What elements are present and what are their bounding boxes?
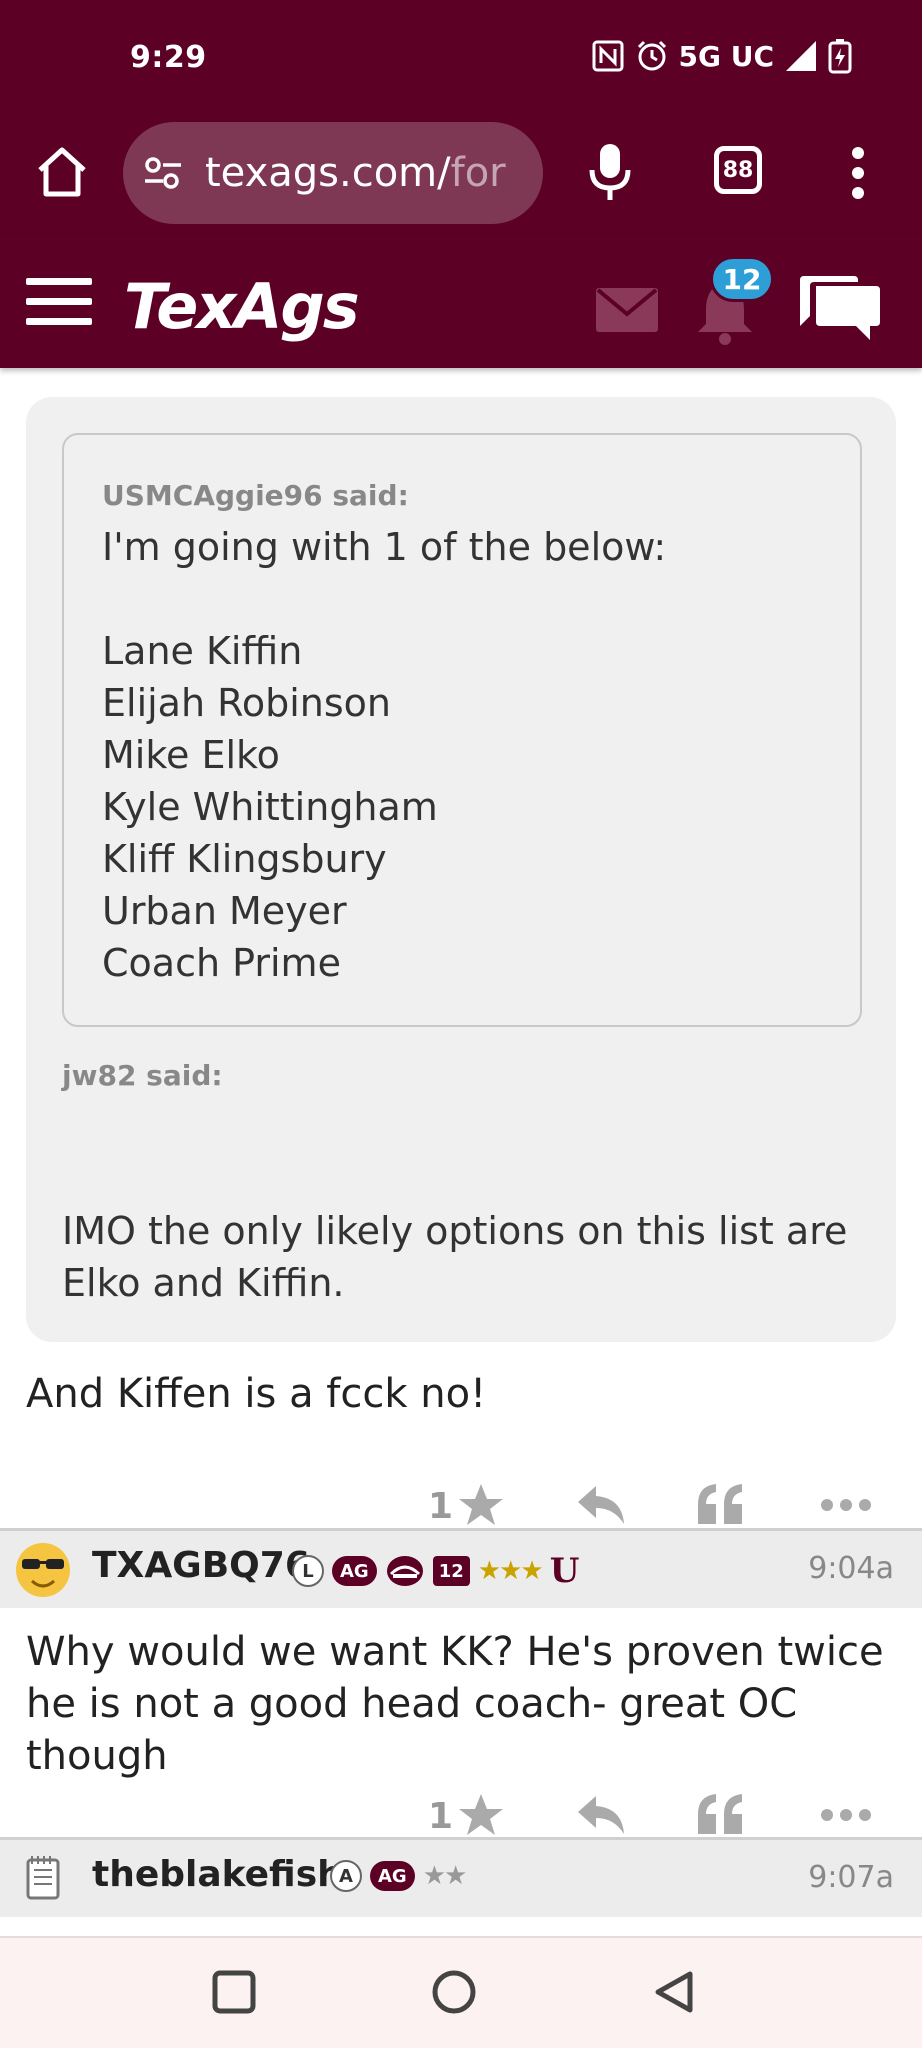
status-bar: 9:29 5G UC [0, 0, 922, 112]
status-icons: 5G UC [591, 38, 853, 74]
status-time: 9:29 [130, 40, 207, 75]
inner-quote-text: I'm going with 1 of the below: Lane Kiff… [102, 525, 667, 985]
chat-forums-icon[interactable] [796, 272, 882, 344]
username[interactable]: theblakefish [92, 1854, 343, 1895]
inner-quote-block: USMCAggie96 said: I'm going with 1 of th… [62, 433, 862, 1027]
badge-letter: L [292, 1555, 324, 1587]
avatar[interactable] [14, 1850, 72, 1908]
badge-ag: AG [370, 1861, 415, 1891]
home-nav-icon[interactable] [432, 1970, 476, 2014]
url-text[interactable]: texags.com/for [205, 150, 506, 196]
quote-icon[interactable] [696, 1480, 744, 1528]
mic-icon[interactable] [584, 140, 636, 204]
signal-icon [786, 41, 816, 71]
site-logo[interactable]: TexAgs [124, 270, 360, 343]
nfc-icon [592, 40, 623, 72]
star-count: 1 [428, 1486, 454, 1527]
system-nav-bar [0, 1936, 922, 2048]
avatar[interactable] [14, 1541, 72, 1599]
url-visible: texags.com/ [205, 150, 451, 196]
site-header: TexAgs 12 [0, 234, 922, 368]
mail-icon[interactable] [596, 288, 658, 332]
post-body: Why would we want KK? He's proven twice … [26, 1629, 884, 1779]
tab-switcher-button[interactable]: 88 [714, 146, 762, 194]
outer-quote-block: USMCAggie96 said: I'm going with 1 of th… [26, 397, 896, 1342]
star-rating: ★★ [422, 1861, 468, 1891]
network-type: 5G UC [678, 39, 775, 73]
reply-icon[interactable] [576, 1484, 626, 1526]
post-body: And Kiffen is a fcck no! [26, 1371, 487, 1417]
hamburger-menu-icon[interactable] [26, 278, 92, 326]
more-options-icon[interactable] [820, 1498, 872, 1512]
star-rating: ★★★ [477, 1556, 544, 1586]
post-time[interactable]: 9:04a [808, 1551, 894, 1586]
alarm-icon [637, 40, 666, 71]
star-icon[interactable] [458, 1792, 504, 1838]
notification-count-badge[interactable]: 12 [710, 256, 774, 302]
back-icon[interactable] [652, 1970, 696, 2014]
url-bar[interactable]: texags.com/for [123, 122, 543, 224]
post-time[interactable]: 9:07a [808, 1860, 894, 1895]
user-badges: L AG 12 ★★★ U [292, 1551, 579, 1591]
battery-charging-icon [828, 39, 852, 74]
star-icon[interactable] [458, 1482, 504, 1528]
rifle-logo-icon [386, 1556, 423, 1586]
outer-quote-text: IMO the only likely options on this list… [62, 1209, 848, 1305]
more-options-icon[interactable] [820, 1808, 872, 1822]
browser-toolbar: texags.com/for 88 [0, 112, 922, 234]
inner-quote-author[interactable]: USMCAggie96 said: [102, 479, 409, 512]
badge-letter: A [330, 1860, 362, 1892]
post-header: theblakefish A AG ★★ 9:07a [0, 1837, 922, 1917]
site-settings-icon[interactable] [143, 153, 183, 193]
overflow-menu-icon[interactable] [848, 146, 868, 200]
url-faded: for [450, 150, 506, 196]
quote-icon[interactable] [696, 1790, 744, 1838]
reply-icon[interactable] [576, 1794, 626, 1836]
post-header: TXAGBQ76 L AG 12 ★★★ U 9:04a [0, 1528, 922, 1608]
home-icon[interactable] [32, 142, 92, 202]
badge-12th-man: 12 [432, 1556, 470, 1586]
user-badges: A AG ★★ [330, 1860, 468, 1892]
username[interactable]: TXAGBQ76 [92, 1545, 310, 1586]
badge-u: U [549, 1551, 580, 1591]
badge-ag: AG [332, 1556, 377, 1586]
star-count: 1 [428, 1796, 454, 1837]
recents-icon[interactable] [212, 1970, 256, 2014]
outer-quote-author[interactable]: jw82 said: [62, 1059, 223, 1092]
